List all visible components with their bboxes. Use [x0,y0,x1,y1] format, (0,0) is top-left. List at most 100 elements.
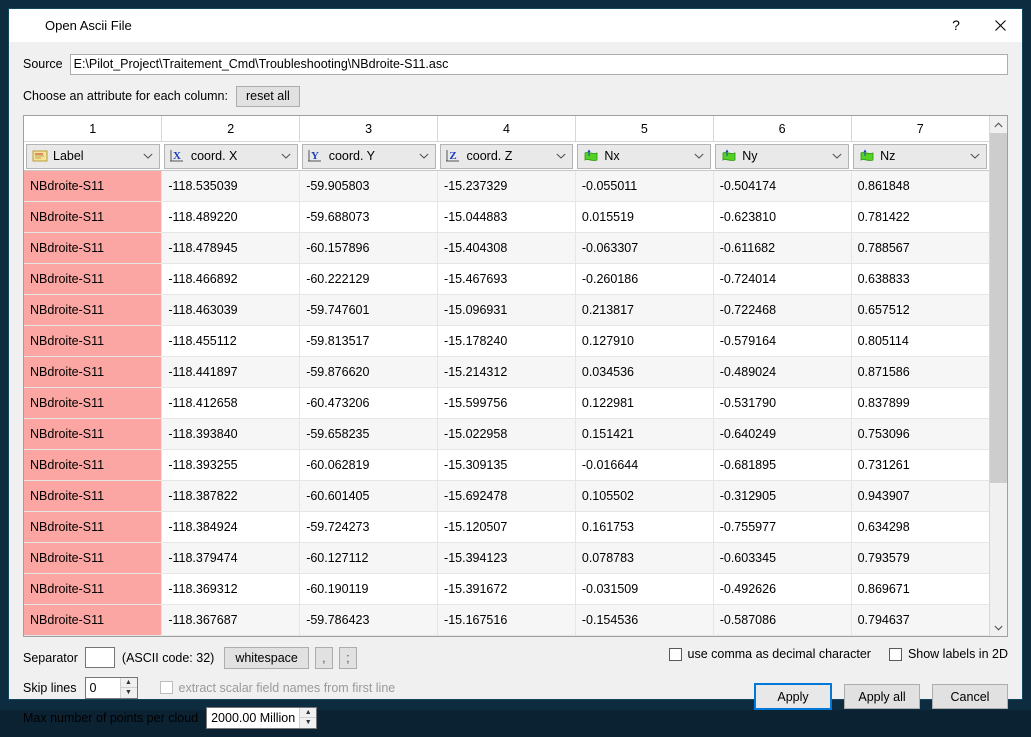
table-cell[interactable]: -59.786423 [300,605,438,636]
table-cell-label[interactable]: NBdroite-S11 [24,543,162,574]
table-cell[interactable]: 0.213817 [575,295,713,326]
table-cell[interactable]: -15.599756 [438,388,576,419]
scrollbar-track[interactable] [990,133,1007,619]
table-cell[interactable]: 0.127910 [575,326,713,357]
table-cell-label[interactable]: NBdroite-S11 [24,264,162,295]
table-cell[interactable]: -0.504174 [713,171,851,202]
table-cell-label[interactable]: NBdroite-S11 [24,171,162,202]
table-cell[interactable]: 0.861848 [851,171,989,202]
use-comma-decimal-checkbox[interactable] [669,648,682,661]
show-labels-2d-checkbox[interactable] [889,648,902,661]
column-number-2[interactable]: 2 [162,116,300,142]
table-cell[interactable]: -15.022958 [438,419,576,450]
table-row[interactable]: NBdroite-S11-118.412658-60.473206-15.599… [24,388,989,419]
table-cell[interactable]: -118.384924 [162,512,300,543]
table-cell[interactable]: -15.309135 [438,450,576,481]
table-cell[interactable]: -15.214312 [438,357,576,388]
attribute-select-1[interactable]: Label [26,144,160,169]
table-cell[interactable]: -59.813517 [300,326,438,357]
chevron-down-icon[interactable] [968,153,982,159]
table-cell[interactable]: -118.369312 [162,574,300,605]
extract-field-names-checkbox[interactable] [160,681,173,694]
table-cell[interactable]: -0.623810 [713,202,851,233]
reset-all-button[interactable]: reset all [236,86,300,107]
table-cell[interactable]: -0.722468 [713,295,851,326]
table-cell[interactable]: 0.793579 [851,543,989,574]
use-comma-decimal-row[interactable]: use comma as decimal character [669,647,871,661]
scrollbar-thumb[interactable] [990,133,1007,483]
table-cell[interactable]: 0.869671 [851,574,989,605]
attribute-select-5[interactable]: Nx [577,144,711,169]
table-cell[interactable]: -60.601405 [300,481,438,512]
table-cell[interactable]: 0.943907 [851,481,989,512]
table-cell[interactable]: -0.640249 [713,419,851,450]
help-button[interactable]: ? [934,10,978,41]
attribute-select-4[interactable]: Zcoord. Z [440,144,574,169]
table-cell-label[interactable]: NBdroite-S11 [24,388,162,419]
table-cell[interactable]: -118.489220 [162,202,300,233]
table-cell[interactable]: 0.731261 [851,450,989,481]
column-number-4[interactable]: 4 [438,116,576,142]
scroll-down-button[interactable] [990,619,1007,636]
table-cell[interactable]: -60.062819 [300,450,438,481]
column-number-5[interactable]: 5 [575,116,713,142]
table-cell[interactable]: 0.634298 [851,512,989,543]
table-cell[interactable]: 0.657512 [851,295,989,326]
table-row[interactable]: NBdroite-S11-118.466892-60.222129-15.467… [24,264,989,295]
table-cell[interactable]: -118.367687 [162,605,300,636]
table-cell-label[interactable]: NBdroite-S11 [24,357,162,388]
table-cell[interactable]: -0.492626 [713,574,851,605]
table-cell[interactable]: 0.105502 [575,481,713,512]
separator-semicolon-button[interactable]: ; [339,647,357,669]
table-cell[interactable]: -0.579164 [713,326,851,357]
table-cell-label[interactable]: NBdroite-S11 [24,450,162,481]
table-cell[interactable]: -0.531790 [713,388,851,419]
table-cell[interactable]: 0.161753 [575,512,713,543]
apply-button[interactable]: Apply [754,683,832,710]
table-row[interactable]: NBdroite-S11-118.384924-59.724273-15.120… [24,512,989,543]
table-cell[interactable]: -15.467693 [438,264,576,295]
table-row[interactable]: NBdroite-S11-118.463039-59.747601-15.096… [24,295,989,326]
table-cell[interactable]: -59.747601 [300,295,438,326]
table-cell[interactable]: -59.724273 [300,512,438,543]
table-row[interactable]: NBdroite-S11-118.387822-60.601405-15.692… [24,481,989,512]
table-cell[interactable]: 0.078783 [575,543,713,574]
table-cell[interactable]: 0.871586 [851,357,989,388]
chevron-down-icon[interactable] [830,153,844,159]
chevron-down-icon[interactable] [692,153,706,159]
table-cell[interactable]: -118.393255 [162,450,300,481]
table-cell[interactable]: -15.120507 [438,512,576,543]
table-cell-label[interactable]: NBdroite-S11 [24,419,162,450]
table-row[interactable]: NBdroite-S11-118.367687-59.786423-15.167… [24,605,989,636]
separator-comma-button[interactable]: , [315,647,333,669]
table-cell[interactable]: -59.905803 [300,171,438,202]
chevron-down-icon[interactable] [417,153,431,159]
table-cell[interactable]: -0.312905 [713,481,851,512]
table-cell[interactable]: 0.638833 [851,264,989,295]
table-cell[interactable]: 0.753096 [851,419,989,450]
table-cell[interactable]: -0.611682 [713,233,851,264]
table-cell[interactable]: -0.681895 [713,450,851,481]
close-button[interactable] [978,10,1022,41]
skip-lines-value[interactable]: 0 [86,678,120,698]
table-cell[interactable]: -15.394123 [438,543,576,574]
table-cell[interactable]: -60.157896 [300,233,438,264]
table-cell[interactable]: -15.178240 [438,326,576,357]
max-points-spinner-buttons[interactable]: ▲ ▼ [299,708,316,728]
table-cell[interactable]: -118.379474 [162,543,300,574]
extract-field-names-row[interactable]: extract scalar field names from first li… [160,681,396,695]
table-cell[interactable]: -60.473206 [300,388,438,419]
cancel-button[interactable]: Cancel [932,684,1008,709]
skip-lines-increment-button[interactable]: ▲ [121,678,137,689]
table-cell[interactable]: -118.455112 [162,326,300,357]
table-cell[interactable]: 0.837899 [851,388,989,419]
attribute-select-2[interactable]: Xcoord. X [164,144,298,169]
table-row[interactable]: NBdroite-S11-118.379474-60.127112-15.394… [24,543,989,574]
table-cell[interactable]: -60.190119 [300,574,438,605]
separator-input[interactable] [85,647,115,668]
table-cell[interactable]: -118.463039 [162,295,300,326]
apply-all-button[interactable]: Apply all [844,684,920,709]
table-cell[interactable]: -59.658235 [300,419,438,450]
table-cell[interactable]: -0.016644 [575,450,713,481]
table-cell[interactable]: -60.222129 [300,264,438,295]
